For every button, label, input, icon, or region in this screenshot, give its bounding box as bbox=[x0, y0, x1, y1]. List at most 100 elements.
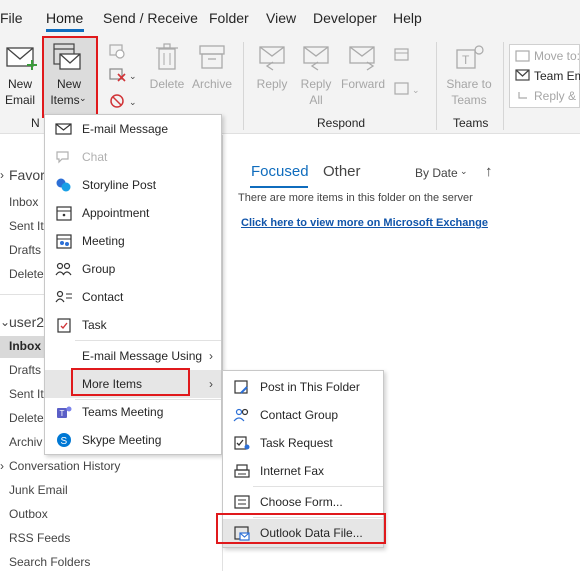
fav-item-deleted[interactable]: Delete bbox=[9, 267, 44, 281]
menu-item-contact[interactable]: Contact bbox=[45, 283, 221, 311]
svg-text:T: T bbox=[462, 53, 470, 67]
view-more-link[interactable]: Click here to view more on Microsoft Exc… bbox=[241, 217, 488, 229]
tab-send-receive[interactable]: Send / Receive bbox=[103, 10, 198, 26]
menu-item-label: Contact Group bbox=[260, 408, 339, 422]
archive-icon bbox=[199, 45, 225, 69]
forward-icon bbox=[349, 46, 375, 71]
chevron-down-icon: ⌄ bbox=[79, 93, 87, 103]
reply-icon bbox=[259, 46, 285, 71]
junk-icon[interactable]: ⌄ bbox=[108, 92, 136, 110]
more-respond-icon[interactable]: ⌄ bbox=[393, 80, 423, 98]
menu-item-skype-meeting[interactable]: S Skype Meeting bbox=[45, 426, 221, 454]
menu-item-label: E-mail Message Using bbox=[82, 349, 203, 363]
menu-item-storyline-post[interactable]: Storyline Post bbox=[45, 171, 221, 199]
nav-item-rss[interactable]: RSS Feeds bbox=[9, 531, 70, 545]
svg-text:⌄: ⌄ bbox=[412, 85, 420, 95]
skype-icon: S bbox=[57, 433, 71, 447]
nav-item-search-folders[interactable]: Search Folders bbox=[9, 555, 90, 569]
chevron-down-icon[interactable]: ⌄ bbox=[460, 166, 468, 177]
favorites-header[interactable]: Favor bbox=[9, 167, 45, 183]
share-to-teams-label-2[interactable]: Teams bbox=[444, 92, 494, 108]
contact-icon bbox=[55, 290, 72, 303]
quick-step-reply-delete[interactable]: Reply & bbox=[534, 89, 576, 103]
new-items-button[interactable]: New Items ⌄ bbox=[43, 38, 97, 114]
calendar-icon bbox=[56, 206, 72, 221]
fav-item-sent[interactable]: Sent It bbox=[9, 219, 44, 233]
reply-all-label-1[interactable]: Reply bbox=[296, 76, 336, 92]
respond-group-label: Respond bbox=[317, 116, 366, 130]
menu-item-task[interactable]: Task bbox=[45, 311, 221, 339]
tab-developer[interactable]: Developer bbox=[313, 10, 377, 26]
quick-step-move-to[interactable]: Move to: bbox=[534, 49, 580, 63]
quick-step-team-email[interactable]: Team Em bbox=[534, 69, 580, 83]
storyline-icon bbox=[56, 178, 71, 192]
clean-up-icon[interactable]: ⌄ bbox=[108, 67, 136, 83]
new-email-label-2: Email bbox=[5, 93, 36, 107]
tab-folder[interactable]: Folder bbox=[209, 10, 249, 26]
nav-item-deleted[interactable]: Delete bbox=[9, 411, 44, 425]
menu-item-outlook-data-file[interactable]: Outlook Data File... bbox=[223, 519, 383, 547]
contact-group-icon bbox=[233, 408, 249, 422]
reply-all-icon bbox=[303, 46, 329, 71]
sort-direction-icon[interactable]: ↑ bbox=[485, 163, 493, 180]
menu-item-group[interactable]: Group bbox=[45, 255, 221, 283]
archive-button[interactable]: Archive bbox=[191, 76, 233, 92]
menu-item-email-message-using[interactable]: E-mail Message Using › bbox=[45, 342, 221, 370]
tab-file[interactable]: File bbox=[0, 10, 23, 26]
tab-focused[interactable]: Focused bbox=[251, 163, 309, 180]
share-to-teams-label-1[interactable]: Share to bbox=[444, 76, 494, 92]
menu-separator bbox=[75, 340, 221, 341]
menu-item-post-in-folder[interactable]: Post in This Folder bbox=[223, 373, 383, 401]
tab-view[interactable]: View bbox=[266, 10, 296, 26]
expand-chevron-icon[interactable]: › bbox=[0, 459, 4, 473]
nav-item-archive[interactable]: Archiv bbox=[9, 435, 42, 449]
nav-item-sent[interactable]: Sent It bbox=[9, 387, 44, 401]
expand-chevron-icon[interactable]: › bbox=[0, 168, 4, 182]
menu-item-label: Meeting bbox=[82, 234, 125, 248]
menu-item-chat[interactable]: Chat bbox=[45, 143, 221, 171]
menu-item-choose-form[interactable]: Choose Form... bbox=[223, 488, 383, 516]
nav-item-conversation-history[interactable]: Conversation History bbox=[9, 459, 120, 473]
menu-item-teams-meeting[interactable]: T Teams Meeting bbox=[45, 398, 221, 426]
nav-item-drafts[interactable]: Drafts bbox=[9, 363, 41, 377]
menu-item-contact-group[interactable]: Contact Group bbox=[223, 401, 383, 429]
forward-button[interactable]: Forward bbox=[340, 76, 386, 92]
post-icon bbox=[234, 380, 248, 394]
menu-item-email-message[interactable]: E-mail Message bbox=[45, 115, 221, 143]
ribbon-separator bbox=[503, 42, 504, 130]
more-items-submenu: Post in This Folder Contact Group Task R… bbox=[222, 370, 384, 548]
svg-text:⌄: ⌄ bbox=[129, 97, 136, 107]
tab-other[interactable]: Other bbox=[323, 163, 361, 180]
new-email-label-1: New bbox=[7, 77, 32, 91]
nav-item-junk[interactable]: Junk Email bbox=[9, 483, 68, 497]
reply-delete-icon bbox=[518, 92, 527, 99]
group-icon bbox=[55, 262, 72, 276]
reply-all-label-2[interactable]: All bbox=[296, 92, 336, 108]
tab-help[interactable]: Help bbox=[393, 10, 422, 26]
nav-item-inbox[interactable]: Inbox bbox=[9, 339, 41, 353]
active-tab-indicator bbox=[46, 29, 84, 32]
more-items-notice: There are more items in this folder on t… bbox=[238, 192, 473, 204]
new-email-button[interactable]: New Email bbox=[2, 40, 38, 110]
menu-item-meeting[interactable]: Meeting bbox=[45, 227, 221, 255]
tab-home[interactable]: Home bbox=[46, 10, 83, 26]
new-email-icon bbox=[6, 47, 37, 70]
meeting-icon bbox=[56, 234, 72, 249]
menu-item-label: Skype Meeting bbox=[82, 433, 162, 447]
teams-group-label: Teams bbox=[453, 116, 489, 130]
sort-by-date[interactable]: By Date bbox=[415, 166, 458, 180]
menu-item-internet-fax[interactable]: Internet Fax bbox=[223, 457, 383, 485]
delete-button[interactable]: Delete bbox=[146, 76, 188, 92]
task-request-icon bbox=[234, 436, 250, 450]
menu-item-more-items[interactable]: More Items › bbox=[45, 370, 221, 398]
account-header[interactable]: user2 bbox=[9, 314, 44, 330]
nav-item-outbox[interactable]: Outbox bbox=[9, 507, 48, 521]
reply-button[interactable]: Reply bbox=[252, 76, 292, 92]
new-items-icon bbox=[53, 43, 81, 70]
menu-item-task-request[interactable]: Task Request bbox=[223, 429, 383, 457]
ignore-icon bbox=[109, 44, 125, 59]
menu-item-appointment[interactable]: Appointment bbox=[45, 199, 221, 227]
menu-item-label: Chat bbox=[82, 150, 108, 164]
fav-item-inbox[interactable]: Inbox bbox=[9, 195, 38, 209]
fav-item-drafts[interactable]: Drafts bbox=[9, 243, 41, 257]
